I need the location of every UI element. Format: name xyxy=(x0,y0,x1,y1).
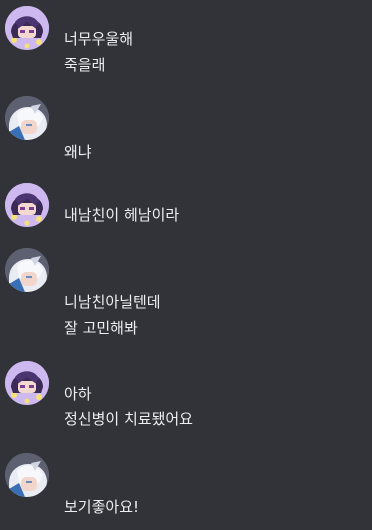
message-text: 잘 고민해봐 xyxy=(64,319,138,337)
white-hair-avatar[interactable] xyxy=(5,453,49,497)
message-text: 정신병이 치료됐어요 xyxy=(64,410,193,428)
message-text: 죽을래 xyxy=(64,56,106,74)
white-hair-avatar[interactable] xyxy=(5,248,49,292)
message-text: 너무우울해 xyxy=(64,30,134,48)
message-text: 내남친이 헤남이라 xyxy=(64,206,180,224)
message-text: 아하 xyxy=(64,385,92,403)
purple-hair-avatar[interactable] xyxy=(5,361,49,405)
message-text: 왜냐 xyxy=(64,143,92,161)
white-hair-avatar[interactable] xyxy=(5,96,49,140)
message-text: 니남친아닐텐데 xyxy=(64,293,161,311)
chat-log: 너무우울해 죽을래 왜냐 내남친이 헤남이라 니남친아닐텐데 잘 고민해봐 아하… xyxy=(0,0,372,530)
purple-hair-avatar[interactable] xyxy=(5,6,49,50)
message-text: 보기좋아요! xyxy=(64,498,140,516)
purple-hair-avatar[interactable] xyxy=(5,183,49,227)
